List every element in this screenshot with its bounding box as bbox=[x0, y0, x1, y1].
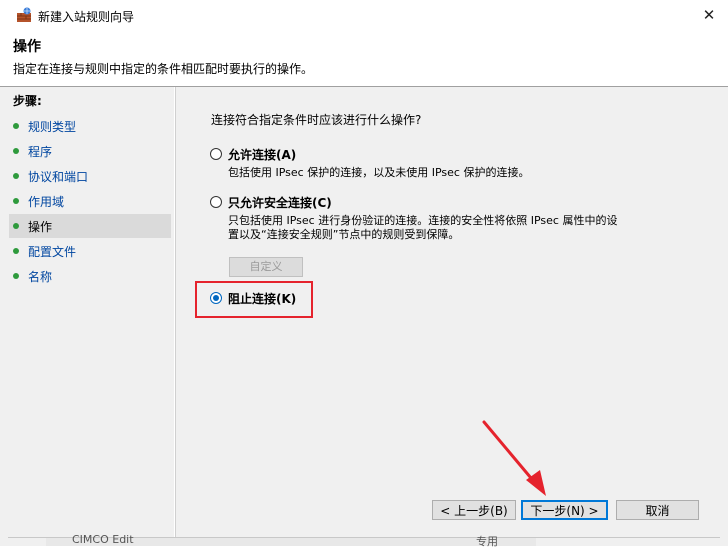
next-button[interactable]: 下一步(N) > bbox=[521, 500, 608, 520]
step-scope[interactable]: 作用域 bbox=[9, 189, 171, 213]
highlight-annotation bbox=[195, 281, 313, 318]
customize-button[interactable]: 自定义 bbox=[229, 257, 303, 277]
steps-heading: 步骤: bbox=[13, 94, 42, 108]
bullet-icon bbox=[13, 273, 19, 279]
step-rule-type[interactable]: 规则类型 bbox=[9, 114, 171, 138]
bullet-icon bbox=[13, 248, 19, 254]
step-profile[interactable]: 配置文件 bbox=[9, 239, 171, 263]
step-protocol-port[interactable]: 协议和端口 bbox=[9, 164, 171, 188]
back-button[interactable]: < 上一步(B) bbox=[432, 500, 516, 520]
step-name[interactable]: 名称 bbox=[9, 264, 171, 288]
cancel-button[interactable]: 取消 bbox=[616, 500, 699, 520]
window-title: 新建入站规则向导 bbox=[38, 10, 135, 24]
bullet-icon bbox=[13, 198, 19, 204]
page-description: 指定在连接与规则中指定的条件相匹配时要执行的操作。 bbox=[13, 62, 314, 76]
bullet-icon bbox=[13, 148, 19, 154]
bullet-icon bbox=[13, 123, 19, 129]
arrow-annotation bbox=[482, 420, 546, 496]
allow-connection-label[interactable]: 允许连接(A) bbox=[228, 146, 296, 163]
step-label: 操作 bbox=[28, 220, 53, 234]
firewall-icon bbox=[16, 7, 32, 23]
step-label: 规则类型 bbox=[28, 120, 77, 134]
secure-connection-description-line1: 只包括使用 IPsec 进行身份验证的连接。连接的安全性将依照 IPsec 属性… bbox=[228, 214, 618, 227]
secure-connection-description-line2: 置以及“连接安全规则”节点中的规则受到保障。 bbox=[228, 228, 460, 241]
question-text: 连接符合指定条件时应该进行什么操作? bbox=[211, 113, 422, 127]
secure-connection-label[interactable]: 只允许安全连接(C) bbox=[228, 194, 332, 211]
secure-connection-radio[interactable] bbox=[210, 196, 222, 208]
background-row-profile: 专用 bbox=[476, 535, 498, 548]
background-row-name: CIMCO Edit bbox=[72, 533, 134, 546]
close-button[interactable]: ✕ bbox=[690, 0, 728, 30]
step-action[interactable]: 操作 bbox=[9, 214, 171, 238]
step-label: 协议和端口 bbox=[28, 170, 89, 184]
bullet-icon bbox=[13, 173, 19, 179]
step-program[interactable]: 程序 bbox=[9, 139, 171, 163]
allow-connection-description: 包括使用 IPsec 保护的连接，以及未使用 IPsec 保护的连接。 bbox=[228, 166, 530, 179]
close-icon: ✕ bbox=[702, 6, 716, 24]
pane-divider-shadow bbox=[175, 87, 176, 537]
bullet-icon bbox=[13, 223, 19, 229]
step-label: 配置文件 bbox=[28, 245, 77, 259]
step-label: 程序 bbox=[28, 145, 53, 159]
step-label: 作用域 bbox=[28, 195, 65, 209]
page-title: 操作 bbox=[13, 39, 41, 55]
step-label: 名称 bbox=[28, 270, 53, 284]
allow-connection-radio[interactable] bbox=[210, 148, 222, 160]
